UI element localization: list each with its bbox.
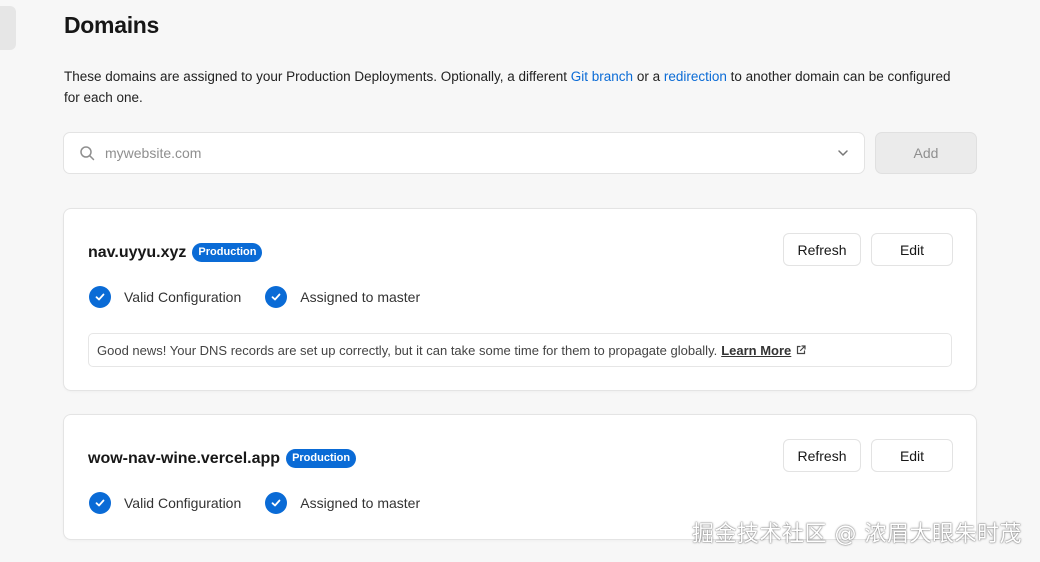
edit-button[interactable]: Edit — [871, 439, 953, 472]
sidebar-edge[interactable] — [0, 6, 16, 50]
production-badge: Production — [286, 449, 357, 468]
status-label: Assigned to master — [300, 495, 421, 511]
git-branch-link[interactable]: Git branch — [571, 69, 633, 84]
status-assigned-branch: Assigned to master — [265, 492, 420, 514]
refresh-button[interactable]: Refresh — [783, 439, 861, 472]
production-badge: Production — [192, 243, 263, 262]
status-label: Valid Configuration — [124, 495, 242, 511]
redirection-link[interactable]: redirection — [664, 69, 727, 84]
check-circle-icon — [265, 286, 288, 308]
dns-info-note: Good news! Your DNS records are set up c… — [88, 333, 952, 367]
info-text: Good news! Your DNS records are set up c… — [97, 342, 718, 358]
watermark-text: 掘金技术社区 @ 浓眉大眼朱时茂 — [692, 522, 1022, 547]
check-circle-icon — [89, 492, 111, 514]
check-circle-icon — [89, 286, 111, 308]
refresh-button[interactable]: Refresh — [783, 233, 861, 266]
edit-button[interactable]: Edit — [871, 233, 953, 266]
status-label: Valid Configuration — [124, 289, 242, 305]
status-valid-configuration: Valid Configuration — [89, 286, 241, 308]
page-title: Domains — [64, 12, 160, 38]
description-text: These domains are assigned to your Produ… — [64, 69, 571, 84]
external-link-icon — [795, 344, 807, 356]
learn-more-label: Learn More — [721, 342, 792, 358]
status-valid-configuration: Valid Configuration — [89, 492, 241, 514]
domain-name[interactable]: wow-nav-wine.vercel.app — [88, 450, 280, 468]
domain-search-combobox[interactable] — [63, 132, 865, 174]
description-text: or a — [633, 69, 664, 84]
status-assigned-branch: Assigned to master — [265, 286, 420, 308]
page-description: These domains are assigned to your Produ… — [64, 66, 964, 108]
chevron-down-icon[interactable] — [836, 146, 850, 160]
learn-more-link[interactable]: Learn More — [721, 343, 807, 358]
domain-search-input[interactable] — [105, 133, 836, 173]
domain-header: wow-nav-wine.vercel.app Production — [88, 449, 357, 468]
status-row: Valid Configuration Assigned to master — [89, 492, 444, 514]
search-icon — [79, 145, 95, 161]
status-label: Assigned to master — [300, 289, 421, 305]
add-domain-button[interactable]: Add — [875, 132, 977, 174]
status-row: Valid Configuration Assigned to master — [89, 286, 444, 308]
domain-header: nav.uyyu.xyz Production — [88, 243, 263, 262]
check-circle-icon — [265, 492, 288, 514]
domains-page: Domains These domains are assigned to yo… — [0, 0, 1040, 562]
domain-name[interactable]: nav.uyyu.xyz — [88, 244, 186, 262]
domain-card: nav.uyyu.xyz Production Refresh Edit Val… — [63, 208, 977, 391]
